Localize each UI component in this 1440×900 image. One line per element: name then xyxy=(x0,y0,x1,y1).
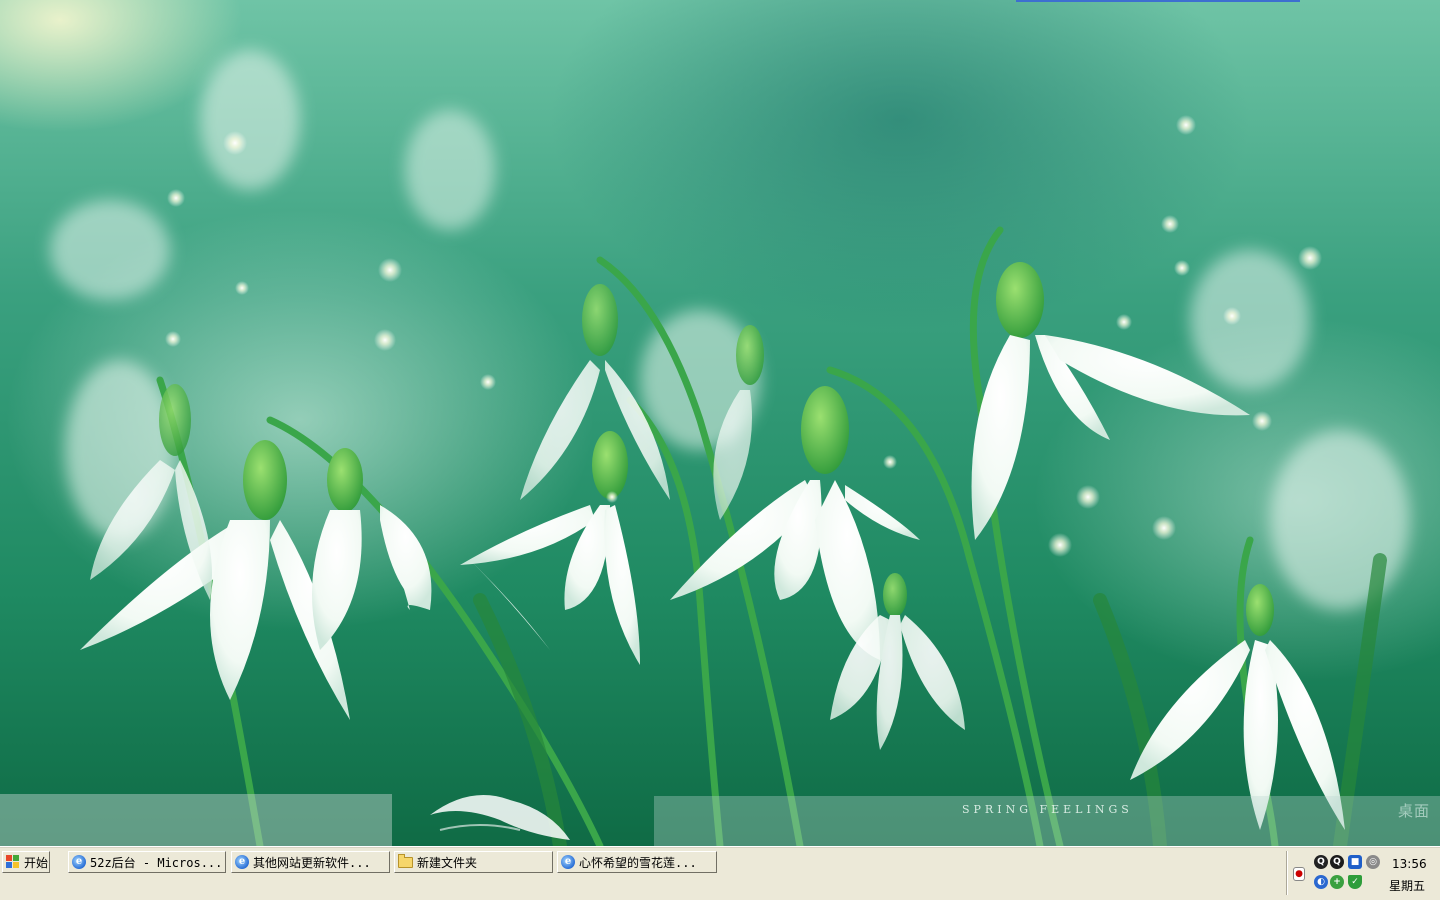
taskbar-button-snowdrop[interactable]: e 心怀希望的雪花莲... xyxy=(557,851,717,873)
wallpaper-caption: SPRING FEELINGS xyxy=(962,803,1133,816)
clock-day[interactable]: 星期五 xyxy=(1389,877,1425,894)
tray-separator xyxy=(1286,851,1287,895)
update-icon[interactable]: + xyxy=(1330,875,1344,889)
snowdrop-flowers-wallpaper xyxy=(50,50,1410,846)
taskbar: 开始 e 52z后台 - Micros... e 其他网站更新软件... 新建文… xyxy=(0,846,1440,900)
folder-icon xyxy=(398,853,413,868)
taskbar-button-label: 心怀希望的雪花莲... xyxy=(579,855,697,870)
taskbar-button-label: 新建文件夹 xyxy=(417,855,478,870)
browser-icon[interactable]: ◐ xyxy=(1314,875,1328,889)
taskbar-button-new-folder[interactable]: 新建文件夹 xyxy=(394,851,553,873)
wallpaper-watermark: 桌面 xyxy=(1397,802,1430,820)
ie-icon: e xyxy=(72,855,86,869)
windows-logo-icon xyxy=(6,854,21,870)
ink-brush-decoration xyxy=(430,795,570,840)
ie-icon: e xyxy=(561,855,575,869)
ie-icon: e xyxy=(235,855,249,869)
app-icon[interactable]: ■ xyxy=(1348,855,1362,869)
qq-icon[interactable]: Q xyxy=(1330,855,1344,869)
network-icon[interactable]: ● xyxy=(1293,867,1305,881)
window-edge-fragment xyxy=(1016,0,1300,2)
desktop-wallpaper: SPRING FEELINGS 桌面 xyxy=(0,0,1440,846)
security-shield-icon[interactable]: ✓ xyxy=(1348,875,1362,889)
qq-icon[interactable]: Q xyxy=(1314,855,1328,869)
taskbar-button-label: 52z后台 - Micros... xyxy=(90,855,223,870)
clock-time[interactable]: 13:56 xyxy=(1392,857,1427,871)
start-label: 开始 xyxy=(24,855,49,870)
wallpaper-band-left xyxy=(0,794,392,846)
taskbar-button-other-sites[interactable]: e 其他网站更新软件... xyxy=(231,851,390,873)
taskbar-button-label: 其他网站更新软件... xyxy=(253,855,371,870)
volume-icon[interactable]: ◎ xyxy=(1366,855,1380,869)
taskbar-button-52z-admin[interactable]: e 52z后台 - Micros... xyxy=(68,851,226,873)
start-button[interactable]: 开始 xyxy=(2,851,50,873)
